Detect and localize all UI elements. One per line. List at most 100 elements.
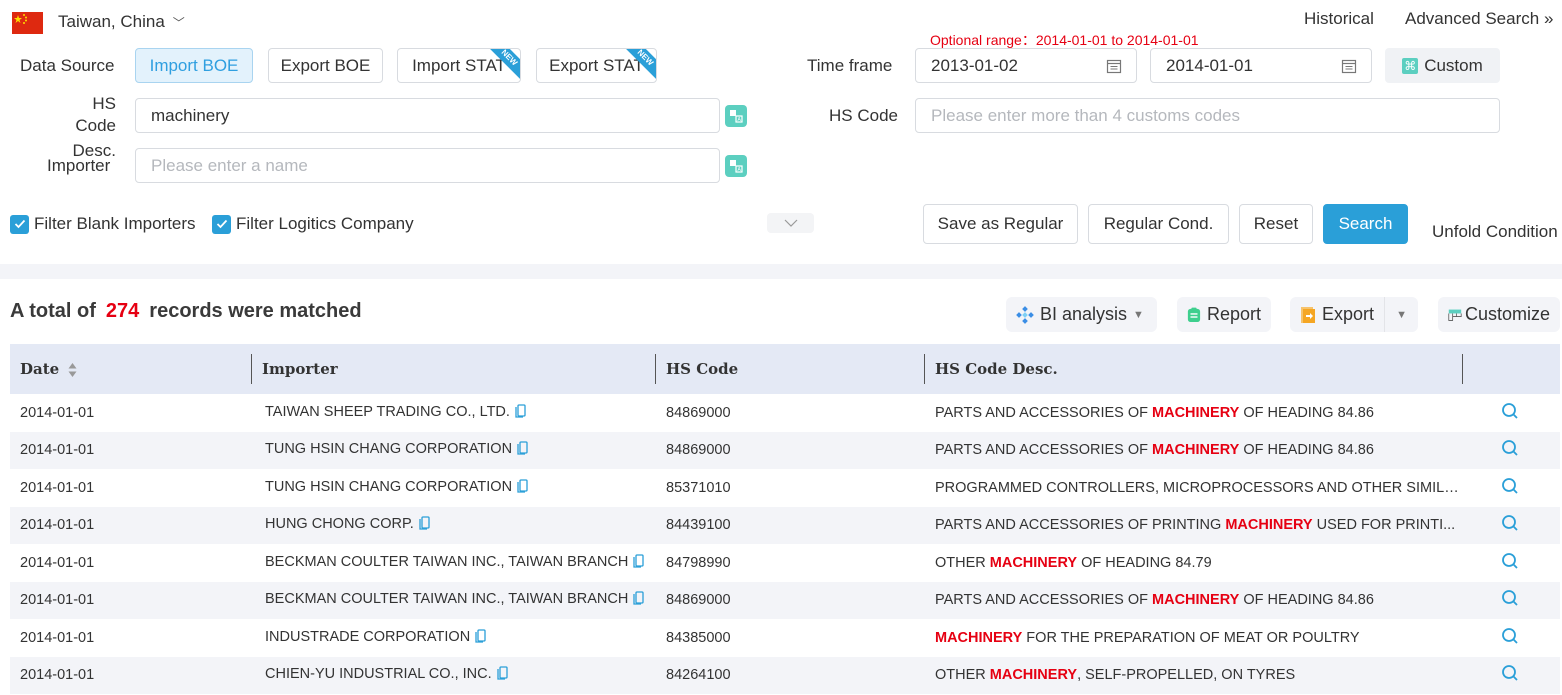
importer-name[interactable]: TUNG HSIN CHANG CORPORATION bbox=[265, 479, 512, 495]
table-row[interactable]: 2014-01-01 HUNG CHONG CORP. 84439100 PARTS … bbox=[10, 506, 1560, 544]
export-button[interactable]: Export bbox=[1290, 297, 1386, 332]
table-row[interactable]: 2014-01-01 TUNG HSIN CHANG CORPORATION 853… bbox=[10, 469, 1560, 507]
historical-link[interactable]: Historical bbox=[1304, 9, 1374, 29]
desc-text: FOR THE PREPARATION OF MEAT OR POULTRY bbox=[1022, 629, 1360, 646]
table-row[interactable]: 2014-01-01 TAIWAN SHEEP TRADING CO., LTD.… bbox=[10, 394, 1560, 432]
date-from-input[interactable]: 2013-01-02 bbox=[915, 48, 1137, 83]
export-boe-button[interactable]: Export BOE bbox=[268, 48, 383, 83]
search-icon[interactable] bbox=[1501, 402, 1519, 424]
importer-name[interactable]: TUNG HSIN CHANG CORPORATION bbox=[265, 441, 512, 457]
copy-icon[interactable] bbox=[497, 666, 508, 684]
double-chevron-right-icon: » bbox=[1543, 9, 1554, 28]
table-row[interactable]: 2014-01-01 CHIEN-YU INDUSTRIAL CO., INC. 8… bbox=[10, 656, 1560, 695]
calendar-icon bbox=[1106, 58, 1122, 79]
column-header-hs-code: HS Code bbox=[656, 344, 925, 394]
search-icon[interactable] bbox=[1501, 477, 1519, 499]
cell-hs-code: 84869000 bbox=[666, 442, 731, 459]
save-as-regular-button[interactable]: Save as Regular bbox=[923, 204, 1078, 244]
results-table: Date Importer HS Code HS Code Desc. 2014… bbox=[10, 344, 1560, 694]
country-selector[interactable]: Taiwan, China ﹀ bbox=[58, 12, 185, 32]
cell-hs-code: 84798990 bbox=[666, 554, 731, 571]
importer-input[interactable]: Please enter a name bbox=[135, 148, 720, 183]
cell-hs-desc: MACHINERY FOR THE PREPARATION OF MEAT OR… bbox=[925, 619, 1463, 657]
cell-hs-desc: PARTS AND ACCESSORIES OF MACHINERY OF HE… bbox=[925, 432, 1463, 470]
copy-icon[interactable] bbox=[633, 554, 644, 572]
advanced-search-label: Advanced Search bbox=[1405, 9, 1540, 28]
customize-button[interactable]: Customize bbox=[1438, 297, 1560, 332]
filter-logistics-company-checkbox[interactable]: Filter Logitics Company bbox=[212, 214, 414, 234]
copy-icon[interactable] bbox=[475, 629, 486, 647]
desc-text: PARTS AND ACCESSORIES OF PRINTING bbox=[935, 517, 1226, 534]
bi-analysis-button[interactable]: BI analysis ▼ bbox=[1006, 297, 1157, 332]
search-icon[interactable] bbox=[1501, 664, 1519, 686]
importer-name[interactable]: TAIWAN SHEEP TRADING CO., LTD. bbox=[265, 404, 510, 420]
import-stat-button[interactable]: Import STAT NEW bbox=[397, 48, 521, 83]
table-row[interactable]: 2014-01-01 INDUSTRADE CORPORATION 84385000… bbox=[10, 619, 1560, 657]
desc-text: PARTS AND ACCESSORIES OF bbox=[935, 442, 1153, 459]
unfold-condition-link[interactable]: Unfold Condition bbox=[1432, 222, 1558, 242]
copy-icon[interactable] bbox=[517, 479, 528, 497]
search-button[interactable]: Search bbox=[1323, 204, 1408, 244]
results-summary: A total of 274 records were matched bbox=[10, 300, 362, 323]
cell-actions bbox=[1463, 657, 1560, 695]
time-frame-label: Time frame bbox=[807, 56, 893, 75]
total-count: 274 bbox=[105, 300, 140, 322]
copy-icon[interactable] bbox=[515, 404, 526, 422]
cell-date: 2014-01-01 bbox=[20, 592, 95, 609]
copy-icon[interactable] bbox=[517, 441, 528, 459]
custom-button[interactable]: ⌘ Custom bbox=[1385, 48, 1500, 83]
import-boe-button[interactable]: Import BOE bbox=[135, 48, 253, 83]
translate-icon[interactable]: A bbox=[725, 105, 747, 127]
copy-icon[interactable] bbox=[419, 516, 430, 534]
cell-date: 2014-01-01 bbox=[20, 442, 95, 459]
table-header-row: Date Importer HS Code HS Code Desc. bbox=[10, 344, 1560, 394]
importer-name[interactable]: BECKMAN COULTER TAIWAN INC., TAIWAN BRAN… bbox=[265, 591, 628, 607]
importer-name[interactable]: HUNG CHONG CORP. bbox=[265, 516, 414, 532]
desc-text: OTHER bbox=[935, 554, 990, 571]
search-icon[interactable] bbox=[1501, 589, 1519, 611]
custom-label: Custom bbox=[1424, 55, 1483, 75]
keyword-highlight: MACHINERY bbox=[935, 629, 1023, 646]
table-row[interactable]: 2014-01-01 BECKMAN COULTER TAIWAN INC., T… bbox=[10, 544, 1560, 582]
search-icon[interactable] bbox=[1501, 439, 1519, 461]
search-icon[interactable] bbox=[1501, 627, 1519, 649]
export-label: Export bbox=[1322, 304, 1375, 324]
filter-blank-importers-checkbox[interactable]: Filter Blank Importers bbox=[10, 214, 196, 234]
cell-date: 2014-01-01 bbox=[20, 554, 95, 571]
translate-icon[interactable]: A bbox=[725, 155, 747, 177]
expand-toggle[interactable] bbox=[767, 213, 814, 233]
export-stat-button[interactable]: Export STAT NEW bbox=[536, 48, 657, 83]
search-icon[interactable] bbox=[1501, 552, 1519, 574]
search-icon[interactable] bbox=[1501, 514, 1519, 536]
table-row[interactable]: 2014-01-01 TUNG HSIN CHANG CORPORATION 848… bbox=[10, 431, 1560, 470]
export-dropdown-toggle[interactable]: ▼ bbox=[1385, 297, 1418, 332]
cell-importer: CHIEN-YU INDUSTRIAL CO., INC. bbox=[252, 657, 656, 695]
keyword-highlight: MACHINERY bbox=[1152, 592, 1240, 609]
desc-text: OF HEADING 84.86 bbox=[1239, 442, 1374, 459]
importer-name[interactable]: BECKMAN COULTER TAIWAN INC., TAIWAN BRAN… bbox=[265, 554, 628, 570]
keyword-highlight: MACHINERY bbox=[989, 667, 1078, 684]
column-header-date[interactable]: Date bbox=[10, 344, 252, 394]
checkbox-checked-icon bbox=[212, 214, 231, 234]
importer-name[interactable]: CHIEN-YU INDUSTRIAL CO., INC. bbox=[265, 666, 492, 682]
cell-hs-code: 84869000 bbox=[666, 592, 731, 609]
cell-actions bbox=[1463, 544, 1560, 582]
copy-icon[interactable] bbox=[633, 591, 644, 609]
importer-name[interactable]: INDUSTRADE CORPORATION bbox=[265, 629, 470, 645]
report-button[interactable]: Report bbox=[1177, 297, 1271, 332]
reset-button[interactable]: Reset bbox=[1239, 204, 1313, 244]
advanced-search-link[interactable]: Advanced Search » bbox=[1405, 9, 1553, 29]
importer-placeholder: Please enter a name bbox=[151, 155, 308, 175]
date-to-input[interactable]: 2014-01-01 bbox=[1150, 48, 1372, 83]
keyword-highlight: MACHINERY bbox=[1152, 404, 1240, 421]
cell-importer: TUNG HSIN CHANG CORPORATION bbox=[252, 469, 656, 507]
hs-code-header-label: HS Code bbox=[666, 360, 739, 378]
keyword-highlight: MACHINERY bbox=[989, 554, 1078, 571]
sort-icon[interactable] bbox=[68, 362, 77, 378]
hs-code-input[interactable]: Please enter more than 4 customs codes bbox=[915, 98, 1500, 133]
china-flag-icon bbox=[12, 12, 43, 34]
regular-cond-button[interactable]: Regular Cond. bbox=[1088, 204, 1229, 244]
desc-text: OF HEADING 84.79 bbox=[1077, 554, 1212, 571]
table-row[interactable]: 2014-01-01 BECKMAN COULTER TAIWAN INC., T… bbox=[10, 581, 1560, 619]
hs-desc-input[interactable]: machinery bbox=[135, 98, 720, 133]
